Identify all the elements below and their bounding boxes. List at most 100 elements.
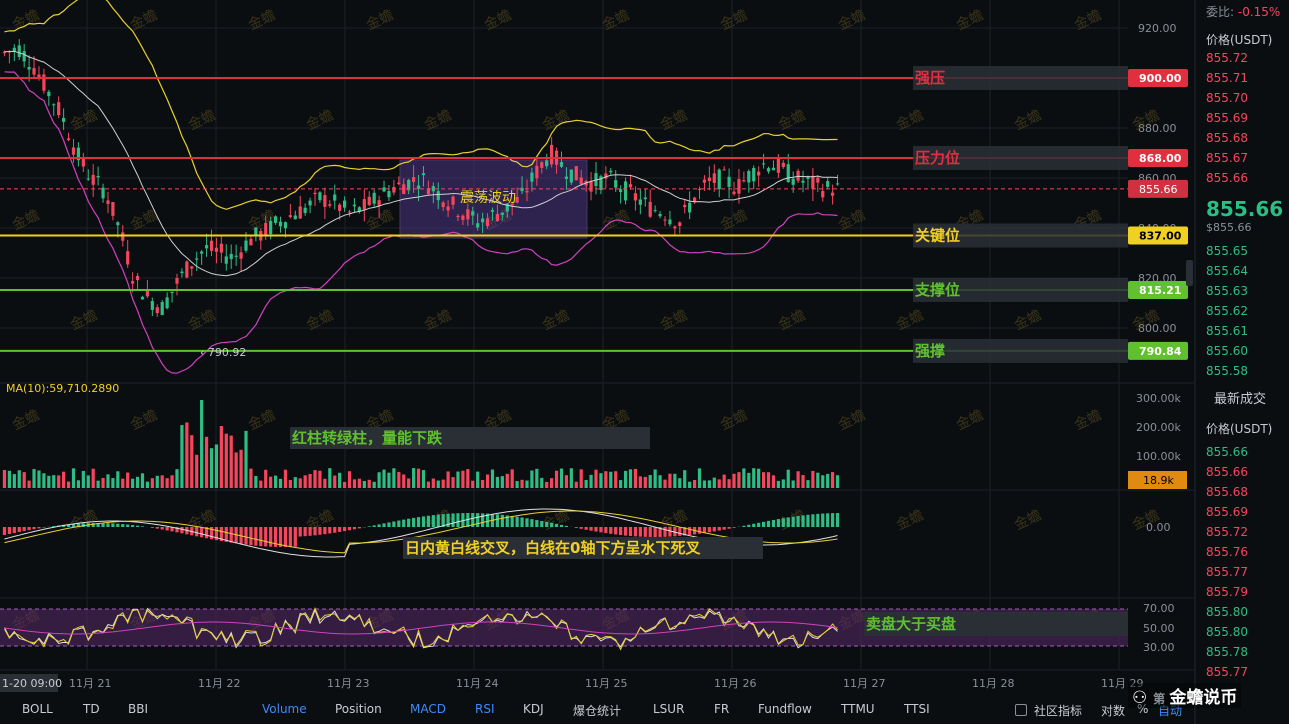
volume-bar bbox=[195, 454, 199, 488]
volume-bar bbox=[17, 470, 21, 488]
volume-bar bbox=[249, 468, 253, 488]
level-price-text: 815.21 bbox=[1139, 284, 1181, 297]
toolbar-sub-indicator-6[interactable]: LSUR bbox=[653, 702, 684, 716]
macd-bar bbox=[786, 517, 790, 527]
volume-bar bbox=[451, 477, 455, 488]
candle-body bbox=[510, 203, 514, 206]
volume-bar bbox=[441, 479, 445, 488]
bid-price[interactable]: 855.63 bbox=[1206, 284, 1248, 298]
volume-bar bbox=[796, 471, 800, 488]
candle-body bbox=[269, 221, 273, 235]
log-scale-toggle[interactable]: 对数 bbox=[1101, 702, 1125, 719]
candle-body bbox=[826, 181, 830, 187]
candle-body bbox=[737, 179, 741, 194]
level-label: 关键位 bbox=[915, 227, 960, 245]
macd-bar bbox=[318, 527, 322, 535]
candle-body bbox=[303, 207, 307, 213]
bid-price[interactable]: 855.65 bbox=[1206, 244, 1248, 258]
volume-bar bbox=[747, 472, 751, 488]
volume-tick-label: 300.00k bbox=[1136, 392, 1181, 405]
macd-bar bbox=[717, 527, 721, 531]
volume-bar bbox=[214, 444, 219, 488]
toolbar-sub-indicator-7[interactable]: FR bbox=[714, 702, 729, 716]
trade-price: 855.77 bbox=[1206, 565, 1248, 579]
candle-body bbox=[481, 218, 485, 223]
toolbar-main-indicator-2[interactable]: BBI bbox=[128, 702, 148, 716]
candle-body bbox=[131, 281, 135, 284]
x-tick-label: 11月 26 bbox=[714, 677, 757, 690]
macd-bar bbox=[801, 515, 805, 527]
macd-bar bbox=[589, 527, 593, 531]
chart-canvas[interactable]: 800.00820.00840.00860.00880.00900.00920.… bbox=[0, 0, 1289, 724]
macd-bar bbox=[352, 527, 357, 530]
candle-body bbox=[52, 104, 56, 106]
rsi-tick-label: 70.00 bbox=[1143, 602, 1175, 615]
macd-bar bbox=[288, 527, 292, 547]
toolbar-sub-indicator-2[interactable]: MACD bbox=[410, 702, 446, 716]
toolbar-sub-indicator-0[interactable]: Volume bbox=[262, 702, 307, 716]
candle-body bbox=[17, 45, 21, 57]
scroll-handle[interactable] bbox=[1186, 260, 1193, 286]
volume-bar bbox=[569, 468, 573, 488]
candle-body bbox=[219, 243, 223, 253]
level-label: 强压 bbox=[915, 69, 945, 87]
ask-price[interactable]: 855.71 bbox=[1206, 71, 1248, 85]
macd-bar bbox=[416, 517, 421, 527]
volume-tick-label: 200.00k bbox=[1136, 421, 1181, 434]
bid-price[interactable]: 855.58 bbox=[1206, 364, 1248, 378]
volume-bar bbox=[362, 481, 366, 488]
candle-body bbox=[135, 275, 140, 281]
volume-bar bbox=[466, 469, 470, 488]
toolbar-sub-indicator-5[interactable]: 爆仓统计 bbox=[573, 702, 621, 719]
candle-body bbox=[352, 204, 357, 207]
macd-bar bbox=[106, 523, 110, 527]
level-label: 强撑 bbox=[915, 342, 945, 360]
volume-bar bbox=[490, 469, 495, 488]
toolbar-main-indicator-1[interactable]: TD bbox=[83, 702, 100, 716]
macd-bar bbox=[747, 524, 751, 527]
level-label: 支撑位 bbox=[914, 281, 960, 299]
volume-bar bbox=[505, 473, 509, 488]
ask-price[interactable]: 855.72 bbox=[1206, 51, 1248, 65]
ask-price[interactable]: 855.68 bbox=[1206, 131, 1248, 145]
macd-bar bbox=[140, 526, 145, 527]
volume-tick-label: 100.00k bbox=[1136, 450, 1181, 463]
toolbar-main-indicator-0[interactable]: BOLL bbox=[22, 702, 53, 716]
volume-bar bbox=[737, 472, 741, 488]
macd-bar bbox=[648, 527, 652, 537]
ask-price[interactable]: 855.70 bbox=[1206, 91, 1248, 105]
toolbar-sub-indicator-10[interactable]: TTSI bbox=[904, 702, 930, 716]
candle-body bbox=[121, 232, 125, 241]
candle-body bbox=[727, 176, 731, 187]
volume-bar bbox=[589, 474, 593, 488]
bid-price[interactable]: 855.60 bbox=[1206, 344, 1248, 358]
volume-bar bbox=[239, 449, 243, 488]
volume-bar bbox=[273, 475, 278, 488]
macd-bar bbox=[387, 522, 391, 527]
bid-price[interactable]: 855.64 bbox=[1206, 264, 1248, 278]
ask-price[interactable]: 855.66 bbox=[1206, 171, 1248, 185]
community-indicators-button[interactable]: 社区指标 bbox=[1034, 702, 1082, 719]
macd-bar bbox=[623, 527, 628, 536]
mid-price[interactable]: 855.66 bbox=[1206, 197, 1283, 221]
ask-price[interactable]: 855.67 bbox=[1206, 151, 1248, 165]
ask-price[interactable]: 855.69 bbox=[1206, 111, 1248, 125]
candle-body bbox=[673, 226, 677, 229]
bid-price[interactable]: 855.62 bbox=[1206, 304, 1248, 318]
toolbar-sub-indicator-4[interactable]: KDJ bbox=[523, 702, 544, 716]
trades-title[interactable]: 最新成交 bbox=[1214, 388, 1266, 407]
volume-bar bbox=[131, 478, 135, 488]
volume-bar bbox=[367, 479, 371, 488]
toolbar-sub-indicator-3[interactable]: RSI bbox=[475, 702, 495, 716]
toolbar-sub-indicator-9[interactable]: TTMU bbox=[841, 702, 875, 716]
toolbar-sub-indicator-1[interactable]: Position bbox=[335, 702, 382, 716]
bid-price[interactable]: 855.61 bbox=[1206, 324, 1248, 338]
macd-bar bbox=[688, 527, 692, 535]
toolbar-sub-indicator-8[interactable]: Fundflow bbox=[758, 702, 812, 716]
candle-body bbox=[32, 68, 36, 75]
candle-body bbox=[126, 251, 130, 265]
ratio-value: -0.15% bbox=[1237, 5, 1281, 19]
candle-body bbox=[821, 190, 825, 198]
candle-body bbox=[614, 180, 618, 188]
volume-bar bbox=[121, 478, 125, 488]
